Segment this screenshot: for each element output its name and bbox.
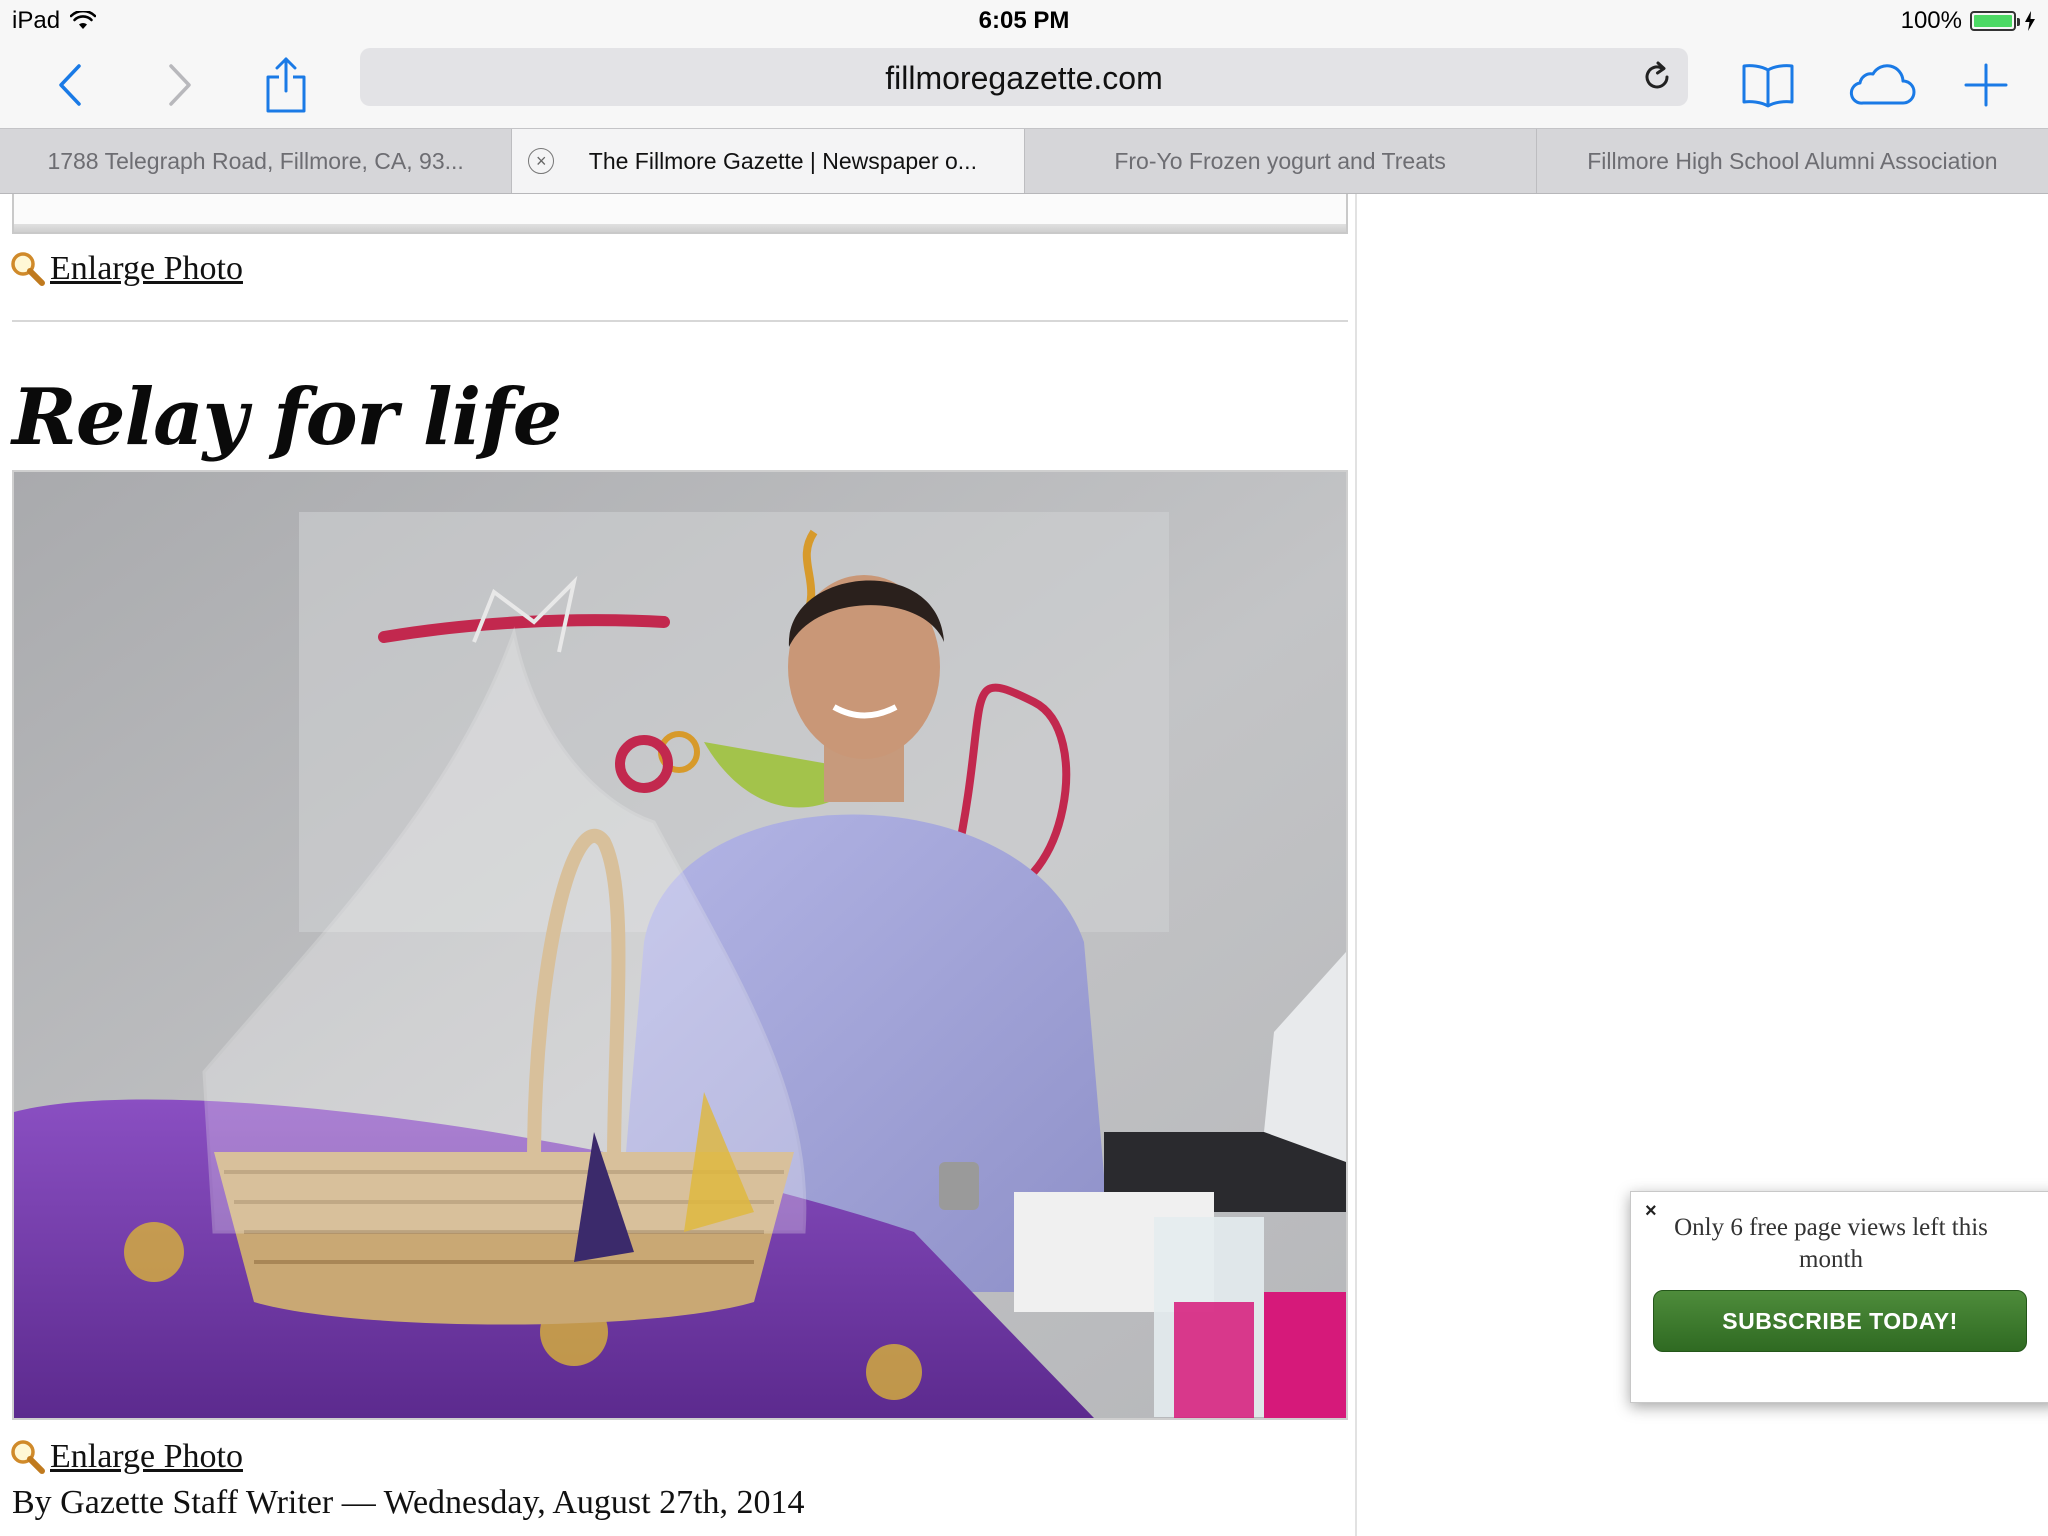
- status-bar: iPad 6:05 PM 100%: [0, 0, 2048, 42]
- cloud-icon: [1849, 64, 1916, 105]
- icloud-tabs-button[interactable]: [1842, 42, 1922, 128]
- bookmarks-button[interactable]: [1728, 42, 1808, 128]
- divider: [12, 320, 1348, 322]
- charging-bolt-icon: [2025, 11, 2035, 31]
- back-button[interactable]: [30, 42, 110, 128]
- magnifier-icon: [11, 252, 45, 286]
- tab-label: Fro-Yo Frozen yogurt and Treats: [1114, 147, 1446, 174]
- close-tab-icon[interactable]: ×: [528, 148, 555, 174]
- photo-scene: [14, 472, 1346, 1418]
- article-photo[interactable]: [12, 470, 1348, 1420]
- tab-telegraph-road[interactable]: 1788 Telegraph Road, Fillmore, CA, 93...: [0, 129, 513, 193]
- new-tab-button[interactable]: [1946, 42, 2026, 128]
- tab-label: 1788 Telegraph Road, Fillmore, CA, 93...: [47, 147, 464, 174]
- url-text[interactable]: fillmoregazette.com: [360, 60, 1688, 97]
- previous-photo-bottom: [12, 194, 1348, 234]
- share-button[interactable]: [246, 42, 326, 128]
- tab-bar: 1788 Telegraph Road, Fillmore, CA, 93...…: [0, 128, 2048, 194]
- free-views-message: Only 6 free page views left this month: [1674, 1214, 1988, 1273]
- chevron-left-icon: [59, 64, 81, 106]
- browser-toolbar: fillmoregazette.com: [0, 42, 2048, 128]
- tab-fro-yo[interactable]: Fro-Yo Frozen yogurt and Treats: [1025, 129, 1537, 193]
- subscribe-button[interactable]: SUBSCRIBE TODAY!: [1653, 1290, 2027, 1352]
- status-right: 100%: [1901, 7, 2036, 35]
- enlarge-photo-label[interactable]: Enlarge Photo: [50, 250, 243, 288]
- status-time: 6:05 PM: [978, 7, 1070, 34]
- chevron-right-icon: [169, 64, 191, 106]
- address-bar[interactable]: fillmoregazette.com: [360, 48, 1688, 106]
- book-icon: [1742, 64, 1794, 108]
- reload-icon[interactable]: [1640, 60, 1674, 94]
- article-byline: By Gazette Staff Writer — Wednesday, Aug…: [12, 1484, 805, 1521]
- battery-icon: [1970, 11, 2020, 31]
- tab-alumni-association[interactable]: Fillmore High School Alumni Association: [1537, 129, 2048, 193]
- column-divider: [1355, 194, 1357, 1536]
- close-icon[interactable]: ×: [1645, 1200, 1657, 1223]
- enlarge-photo-link-top[interactable]: Enlarge Photo: [10, 250, 243, 288]
- tab-fillmore-gazette[interactable]: × The Fillmore Gazette | Newspaper o...: [512, 129, 1025, 193]
- share-icon: [266, 57, 306, 113]
- enlarge-photo-label[interactable]: Enlarge Photo: [50, 1438, 243, 1476]
- battery-percent: 100%: [1900, 7, 1962, 34]
- subscribe-popup: × Only 6 free page views left this month…: [1630, 1191, 2048, 1403]
- magnifier-icon: [11, 1440, 45, 1474]
- article-headline: Relay for life: [12, 372, 562, 463]
- tab-label: Fillmore High School Alumni Association: [1587, 147, 1998, 174]
- forward-button[interactable]: [140, 42, 220, 128]
- plus-icon: [1964, 63, 2008, 107]
- tab-label: The Fillmore Gazette | Newspaper o...: [588, 147, 977, 174]
- enlarge-photo-link-bottom[interactable]: Enlarge Photo: [10, 1438, 243, 1476]
